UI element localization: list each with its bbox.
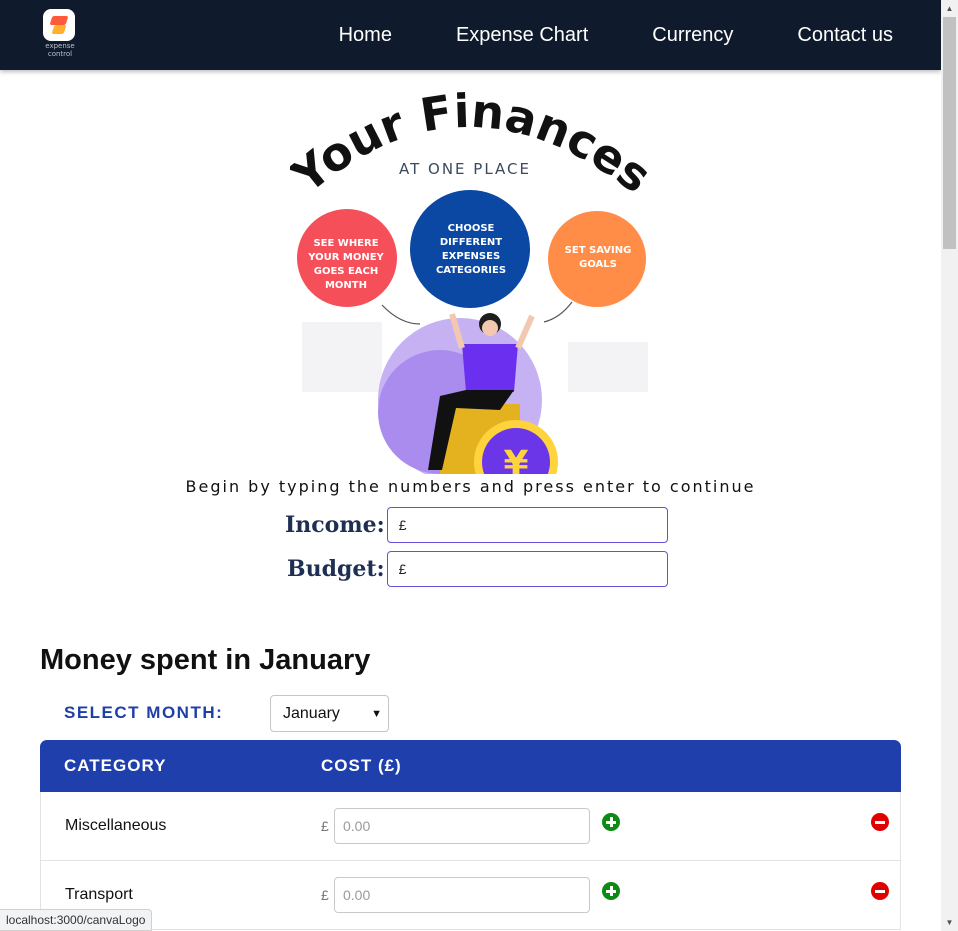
scroll-thumb[interactable]	[943, 17, 956, 249]
faded-card-right	[568, 342, 648, 392]
hero-graphic: Your Finances AT ONE PLACE SEE WHERE YOU…	[290, 92, 660, 474]
budget-row: Budget: £	[287, 551, 668, 587]
bubble-red-line3: GOES EACH	[314, 266, 379, 277]
cost-placeholder: 0.00	[343, 887, 371, 903]
arrow-left-icon	[381, 304, 421, 325]
logo-text-line1: expense	[45, 42, 75, 50]
remove-row-minus-icon[interactable]	[871, 813, 889, 831]
bubble-blue-line3: EXPENSES	[442, 251, 500, 262]
row-category: Miscellaneous	[65, 817, 167, 834]
income-row: Income: £	[285, 507, 668, 543]
bubble-blue-line1: CHOOSE	[448, 223, 495, 234]
bubble-red-line2: YOUR MONEY	[307, 252, 384, 263]
cost-placeholder: 0.00	[343, 818, 371, 834]
budget-currency-symbol: £	[398, 561, 407, 577]
cost-input[interactable]: 0.00	[334, 877, 590, 913]
bubble-blue	[410, 190, 530, 308]
budget-label: Budget:	[287, 556, 385, 582]
row-currency-symbol: £	[321, 887, 329, 903]
nav-link-expense-chart[interactable]: Expense Chart	[456, 24, 588, 47]
hero-illustration: Your Finances AT ONE PLACE SEE WHERE YOU…	[290, 92, 660, 474]
expense-control-logo[interactable]: expense control	[34, 8, 86, 60]
income-input[interactable]: £	[386, 507, 668, 543]
row-currency-symbol: £	[321, 818, 329, 834]
nav-links: Home Expense Chart Currency Contact us	[339, 0, 893, 70]
table-row: Transport £ 0.00	[40, 861, 901, 930]
table-header: CATEGORY COST (£)	[40, 740, 901, 792]
scroll-up-arrow-icon[interactable]: ▲	[941, 0, 958, 17]
table-row: Miscellaneous £ 0.00	[40, 792, 901, 861]
income-currency-symbol: £	[398, 517, 407, 533]
nav-link-contact-us[interactable]: Contact us	[797, 24, 893, 47]
vertical-scrollbar[interactable]: ▲ ▼	[941, 0, 958, 931]
chevron-down-icon: ▼	[371, 707, 382, 720]
bubble-orange-line1: SET SAVING	[565, 245, 632, 256]
month-select-value: January	[283, 704, 340, 722]
arrow-right-icon	[543, 301, 573, 323]
nav-link-currency[interactable]: Currency	[652, 24, 733, 47]
add-expense-plus-icon[interactable]	[602, 882, 620, 900]
hero-subtitle: AT ONE PLACE	[399, 160, 531, 178]
section-title: Money spent in January	[40, 644, 371, 676]
bubble-red-line1: SEE WHERE	[313, 238, 378, 249]
app-viewport: expense control Home Expense Chart Curre…	[0, 0, 958, 931]
person-shirt	[462, 344, 518, 392]
bubble-blue-line4: CATEGORIES	[436, 265, 506, 276]
month-select[interactable]: January ▼	[270, 695, 389, 732]
nav-link-home[interactable]: Home	[339, 24, 392, 47]
hero-title: Your Finances	[290, 92, 660, 204]
select-month-label: SELECT MONTH:	[64, 703, 224, 722]
link-status-bar: localhost:3000/canvaLogo	[0, 909, 153, 931]
header-cost: COST (£)	[321, 756, 402, 775]
svg-text:¥: ¥	[503, 444, 528, 474]
cost-input[interactable]: 0.00	[334, 808, 590, 844]
header-category: CATEGORY	[64, 756, 167, 775]
bubble-blue-line2: DIFFERENT	[440, 237, 502, 248]
intro-instruction: Begin by typing the numbers and press en…	[185, 477, 756, 496]
scroll-down-arrow-icon[interactable]: ▼	[941, 914, 958, 931]
income-label: Income:	[285, 512, 385, 538]
logo-icon	[43, 9, 75, 41]
remove-row-minus-icon[interactable]	[871, 882, 889, 900]
add-expense-plus-icon[interactable]	[602, 813, 620, 831]
faded-card-left	[302, 322, 382, 392]
top-navbar: expense control Home Expense Chart Curre…	[0, 0, 941, 70]
expense-table: CATEGORY COST (£) Miscellaneous £ 0.00 T…	[40, 740, 901, 931]
bubble-orange-line2: GOALS	[579, 259, 617, 270]
logo-text-line2: control	[47, 50, 73, 58]
budget-input[interactable]: £	[386, 551, 668, 587]
bubble-red-line4: MONTH	[325, 280, 367, 291]
